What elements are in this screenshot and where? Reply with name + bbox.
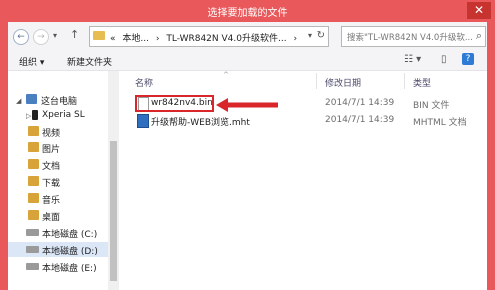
video-folder-icon <box>28 126 39 136</box>
sidebar-item-xperia[interactable]: Xperia SL <box>8 108 118 123</box>
pictures-folder-icon <box>28 142 39 152</box>
sidebar-item-drive-d[interactable]: 本地磁盘 (D:) <box>8 242 118 257</box>
window-frame-left <box>0 22 8 290</box>
address-dropdown-icon[interactable]: ▾ <box>308 31 312 40</box>
music-folder-icon <box>28 193 39 203</box>
help-icon[interactable]: ? <box>462 53 474 65</box>
column-header-type[interactable]: 类型 <box>413 76 431 89</box>
mht-file-icon <box>137 114 149 128</box>
drive-icon <box>26 263 39 270</box>
file-type: MHTML 文档 <box>413 118 467 128</box>
computer-icon <box>26 94 37 104</box>
column-header-modified[interactable]: 修改日期 <box>325 76 361 89</box>
file-modified: 2014/7/1 14:39 <box>325 98 395 108</box>
path-overflow[interactable]: « <box>110 34 116 44</box>
file-modified: 2014/7/1 14:39 <box>325 115 395 125</box>
address-bar[interactable]: « 本地... › TL-WR842N V4.0升级软件... › ▾ ↻ <box>89 26 329 47</box>
search-placeholder: 搜索"TL-WR842N V4.0升级软... <box>347 33 473 43</box>
breadcrumb-segment[interactable]: 本地... <box>122 34 149 44</box>
forward-button[interactable]: → <box>33 29 49 45</box>
preview-pane-icon[interactable]: ▯ <box>441 54 447 65</box>
drive-icon <box>26 229 39 236</box>
sidebar-item-music[interactable]: 音乐 <box>8 191 118 206</box>
phone-icon <box>32 110 38 120</box>
refresh-icon[interactable]: ↻ <box>317 30 325 41</box>
sidebar-item-downloads[interactable]: 下载 <box>8 174 118 189</box>
sidebar-item-pictures[interactable]: 图片 <box>8 140 118 155</box>
window-frame-right <box>487 22 495 290</box>
folder-icon <box>93 31 105 40</box>
file-type: BIN 文件 <box>413 101 450 111</box>
column-divider[interactable] <box>404 73 405 89</box>
navigation-pane: ◢ 这台电脑 ▷ Xperia SL 视频 图片 文档 下载 音乐 桌面 本地磁… <box>8 71 118 290</box>
sidebar-item-desktop[interactable]: 桌面 <box>8 208 118 223</box>
downloads-folder-icon <box>28 176 39 186</box>
scrollbar-thumb[interactable] <box>110 141 117 281</box>
title-bar: 选择要加载的文件 ✕ <box>0 0 495 22</box>
desktop-folder-icon <box>28 210 39 220</box>
command-toolbar: 组织 ▾ 新建文件夹 ☷ ▾ ▯ ? <box>8 52 487 71</box>
column-header-name[interactable]: 名称 <box>135 76 153 89</box>
window-title: 选择要加载的文件 <box>207 8 288 19</box>
address-row: ← → ▾ ↑ « 本地... › TL-WR842N V4.0升级软件... … <box>8 22 487 52</box>
search-input[interactable]: 搜索"TL-WR842N V4.0升级软... ⌕ <box>341 26 486 47</box>
view-options-icon[interactable]: ☷ ▾ <box>404 54 421 65</box>
file-name: 升级帮助-WEB浏览.mht <box>151 118 250 128</box>
drive-icon <box>26 246 39 253</box>
close-button[interactable]: ✕ <box>467 2 491 19</box>
sidebar-item-drive-e[interactable]: 本地磁盘 (E:) <box>8 259 118 274</box>
sidebar-item-videos[interactable]: 视频 <box>8 124 118 139</box>
back-button[interactable]: ← <box>13 29 29 45</box>
annotation-arrow-icon <box>216 98 278 112</box>
recent-locations-button[interactable]: ▾ <box>53 31 57 40</box>
up-button[interactable]: ↑ <box>70 28 79 41</box>
sort-ascending-icon: ^ <box>223 71 229 79</box>
search-icon[interactable]: ⌕ <box>476 29 482 43</box>
organize-menu-button[interactable]: 组织 ▾ <box>19 55 44 68</box>
sidebar-item-this-pc[interactable]: 这台电脑 <box>8 92 118 107</box>
sidebar-item-drive-c[interactable]: 本地磁盘 (C:) <box>8 225 118 240</box>
navigation-scrollbar[interactable] <box>108 71 119 290</box>
column-divider[interactable] <box>316 73 317 89</box>
breadcrumb-segment[interactable]: TL-WR842N V4.0升级软件... <box>166 34 286 44</box>
breadcrumb-separator[interactable]: › <box>156 34 160 44</box>
new-folder-button[interactable]: 新建文件夹 <box>67 55 112 68</box>
sidebar-item-documents[interactable]: 文档 <box>8 157 118 172</box>
breadcrumb-separator[interactable]: › <box>293 34 297 44</box>
highlight-box <box>135 95 214 112</box>
documents-folder-icon <box>28 159 39 169</box>
file-row[interactable]: 升级帮助-WEB浏览.mht 2014/7/1 14:39 MHTML 文档 <box>119 113 487 128</box>
